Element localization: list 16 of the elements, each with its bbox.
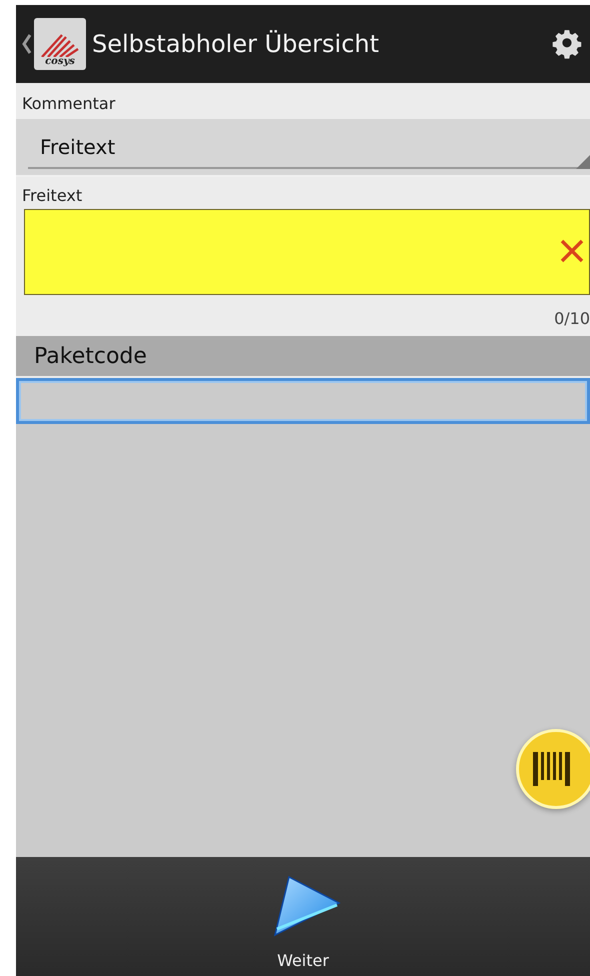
- screen-title: Selbstabholer Übersicht: [92, 30, 380, 58]
- back-chevron-icon[interactable]: [22, 33, 32, 55]
- barcode-icon: [533, 752, 573, 786]
- freetext-label: Freitext: [21, 185, 84, 207]
- app-logo: cosys: [34, 18, 86, 70]
- comment-dropdown[interactable]: Freitext: [16, 119, 590, 177]
- freetext-input-field[interactable]: [24, 209, 590, 295]
- clear-icon[interactable]: [559, 238, 585, 264]
- scan-button[interactable]: [516, 729, 590, 809]
- dropdown-corner-icon: [576, 155, 590, 169]
- settings-icon[interactable]: [552, 29, 582, 59]
- package-code-header: Paketcode: [16, 336, 590, 376]
- character-counter: 0/10: [554, 308, 590, 330]
- package-code-input-field[interactable]: [16, 378, 590, 424]
- next-button[interactable]: Weiter: [257, 873, 349, 976]
- comment-label: Kommentar: [21, 93, 116, 115]
